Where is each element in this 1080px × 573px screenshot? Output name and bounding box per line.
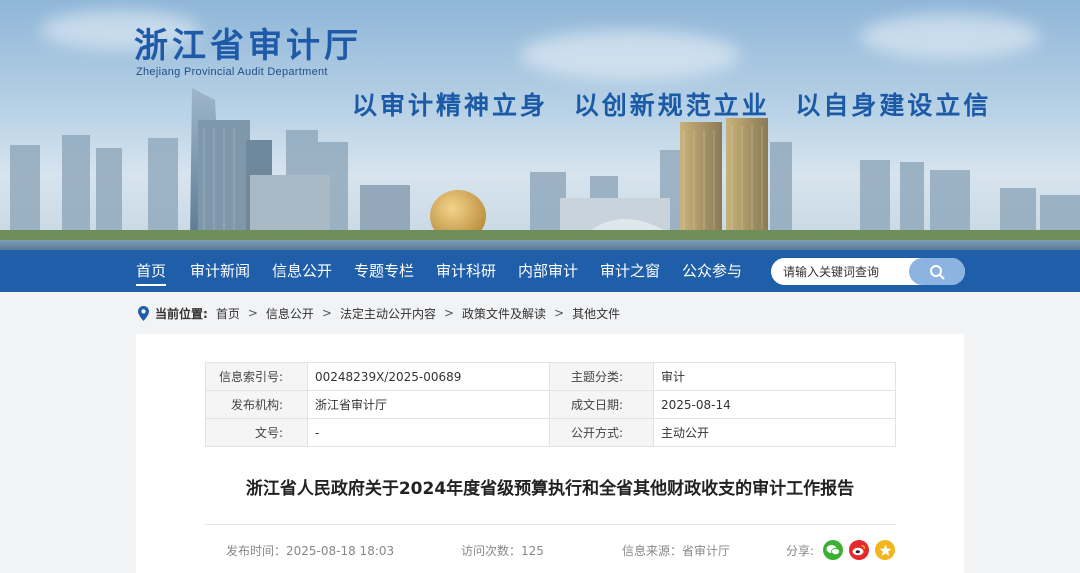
info-value-disclosure-method: 主动公开: [653, 418, 896, 447]
breadcrumb: 当前位置: 首页 > 信息公开 > 法定主动公开内容 > 政策文件及解读 > 其…: [138, 304, 620, 322]
document-info-table: 信息索引号: 00248239X/2025-00689 主题分类: 审计 发布机…: [205, 362, 896, 447]
location-pin-icon: [138, 305, 149, 321]
header-banner: 浙江省审计厅 Zhejiang Provincial Audit Departm…: [0, 0, 1080, 250]
weibo-icon[interactable]: [849, 540, 869, 560]
nav-item-home[interactable]: 首页: [136, 250, 167, 292]
info-key-subject: 主题分类:: [549, 362, 654, 391]
info-value-written-date: 2025-08-14: [653, 390, 896, 419]
cloud-decoration: [860, 14, 1040, 59]
breadcrumb-separator: >: [443, 306, 455, 320]
search-input[interactable]: [783, 263, 913, 280]
search-icon: [930, 264, 945, 279]
info-value-publisher: 浙江省审计厅: [307, 390, 550, 419]
publish-time: 发布时间：2025-08-18 18:03: [226, 544, 395, 558]
nav-item-audit-research[interactable]: 审计科研: [436, 250, 496, 292]
wechat-icon[interactable]: [823, 540, 843, 560]
breadcrumb-info-disclosure[interactable]: 信息公开: [266, 305, 314, 322]
info-source: 信息来源：省审计厅: [622, 544, 731, 558]
table-row: 文号: - 公开方式: 主动公开: [205, 418, 896, 447]
info-value-subject: 审计: [653, 362, 896, 391]
breadcrumb-separator: >: [554, 306, 565, 320]
share-label: 分享:: [786, 544, 815, 558]
info-value-document-number: -: [307, 418, 550, 447]
info-key-index-number: 信息索引号:: [205, 362, 308, 391]
divider: [205, 524, 896, 525]
main-nav: 首页 审计新闻 信息公开 专题专栏 审计科研 内部审计 审计之窗 公众参与: [0, 250, 1080, 292]
info-key-written-date: 成文日期:: [549, 390, 654, 419]
nav-item-audit-news[interactable]: 审计新闻: [190, 250, 250, 292]
breadcrumb-statutory-disclosure[interactable]: 法定主动公开内容: [340, 305, 436, 322]
content-panel: 信息索引号: 00248239X/2025-00689 主题分类: 审计 发布机…: [136, 334, 964, 573]
slogan: 以审计精神立身 以创新规范立业 以自身建设立信: [352, 91, 992, 120]
breadcrumb-policy-documents[interactable]: 政策文件及解读: [462, 305, 546, 322]
search-button[interactable]: [909, 258, 965, 285]
cloud-decoration: [520, 30, 740, 80]
breadcrumb-label: 当前位置:: [155, 306, 208, 321]
breadcrumb-separator: >: [321, 306, 332, 320]
breadcrumb-home[interactable]: 首页: [216, 305, 240, 322]
info-key-document-number: 文号:: [205, 418, 308, 447]
info-key-disclosure-method: 公开方式:: [549, 418, 654, 447]
nav-item-internal-audit[interactable]: 内部审计: [518, 250, 578, 292]
breadcrumb-other-documents[interactable]: 其他文件: [572, 305, 620, 322]
article-title: 浙江省人民政府关于2024年度省级预算执行和全省其他财政收支的审计工作报告: [245, 479, 855, 499]
nav-item-special-topics[interactable]: 专题专栏: [354, 250, 414, 292]
site-name[interactable]: 浙江省审计厅: [134, 18, 362, 67]
breadcrumb-separator: >: [247, 306, 258, 320]
table-row: 发布机构: 浙江省审计厅 成文日期: 2025-08-14: [205, 390, 896, 419]
nav-item-public-participation[interactable]: 公众参与: [682, 250, 742, 292]
search-box: [771, 258, 965, 285]
info-value-index-number: 00248239X/2025-00689: [307, 362, 550, 391]
nav-item-audit-window[interactable]: 审计之窗: [600, 250, 660, 292]
info-key-publisher: 发布机构:: [205, 390, 308, 419]
visit-count: 访问次数：125: [461, 544, 544, 558]
qzone-icon[interactable]: [875, 540, 895, 560]
nav-item-info-disclosure[interactable]: 信息公开: [272, 250, 332, 292]
table-row: 信息索引号: 00248239X/2025-00689 主题分类: 审计: [205, 362, 896, 391]
site-name-english: Zhejiang Provincial Audit Department: [136, 66, 328, 78]
